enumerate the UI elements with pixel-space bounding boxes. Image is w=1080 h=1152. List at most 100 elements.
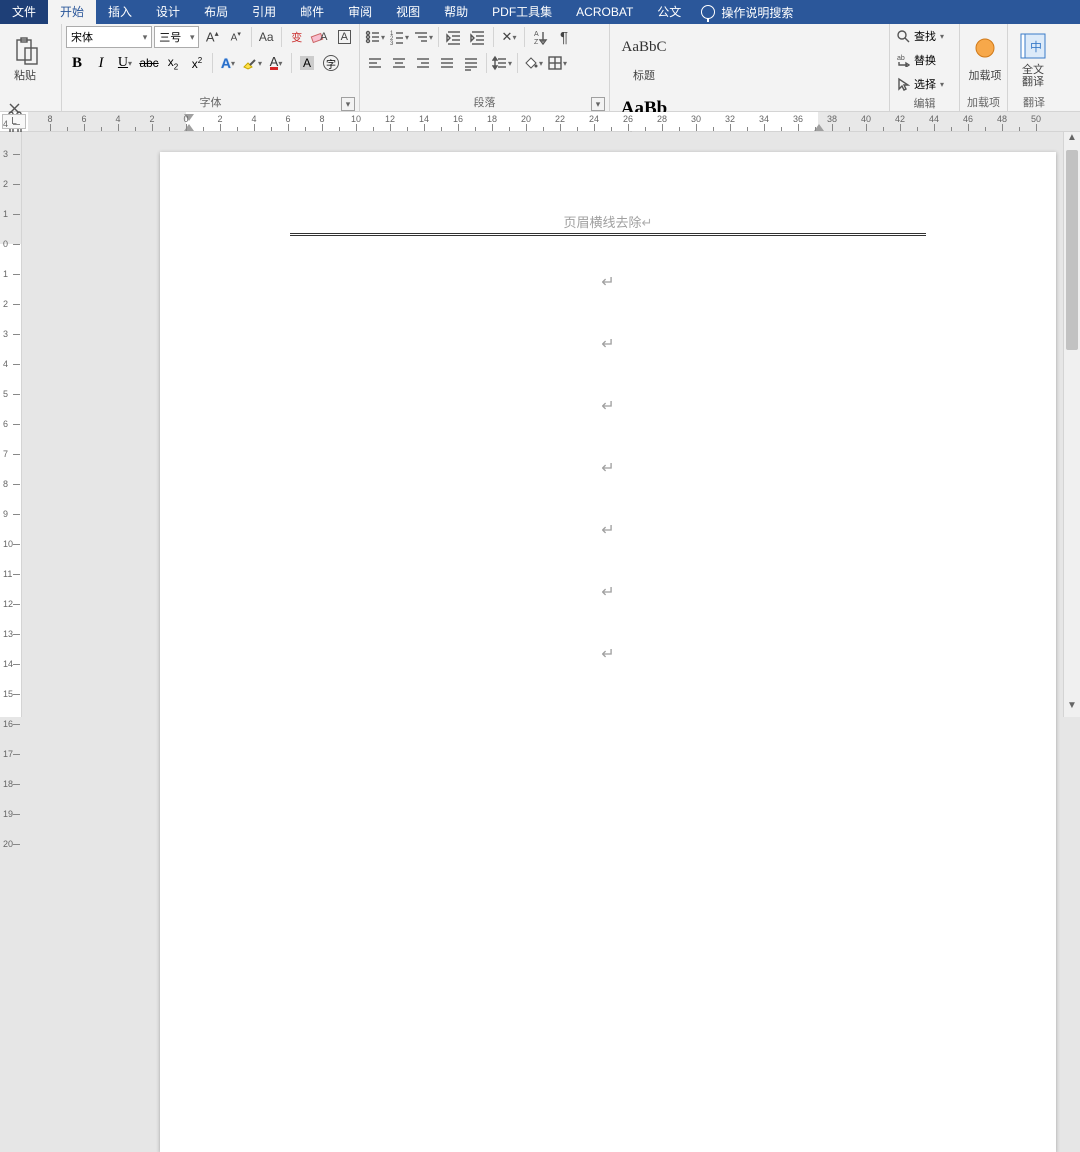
show-marks-button[interactable]: ¶ xyxy=(553,26,575,48)
select-button[interactable]: 选择▾ xyxy=(894,74,955,94)
character-shading-button[interactable]: A xyxy=(296,52,318,74)
svg-text:Z: Z xyxy=(534,39,539,45)
align-right-button[interactable] xyxy=(412,52,434,74)
indent-icon xyxy=(470,29,486,45)
text-effects-button[interactable]: A▾ xyxy=(217,52,239,74)
font-launcher[interactable]: ▾ xyxy=(341,97,355,111)
paragraph-mark-icon: ↵ xyxy=(601,644,614,664)
addins-button[interactable]: 加载项 xyxy=(964,26,1006,92)
enclose-characters-button[interactable]: 字 xyxy=(320,52,342,74)
svg-text:3: 3 xyxy=(390,41,394,45)
outdent-icon xyxy=(446,29,462,45)
tab-view[interactable]: 视图 xyxy=(384,0,432,24)
paste-label: 粘贴 xyxy=(14,70,36,82)
tab-insert[interactable]: 插入 xyxy=(96,0,144,24)
highlight-button[interactable]: ▾ xyxy=(241,52,263,74)
bullets-button[interactable]: ▾ xyxy=(364,26,386,48)
page-header[interactable]: 页眉横线去除↵ xyxy=(290,212,926,236)
translate-btn-label: 全文 翻译 xyxy=(1022,64,1044,88)
character-border-button[interactable]: A xyxy=(334,26,356,48)
scroll-down-button[interactable]: ▼ xyxy=(1064,700,1080,717)
grow-font-button[interactable]: A▴ xyxy=(201,26,223,48)
magnifier-icon xyxy=(896,29,910,43)
align-distribute-button[interactable] xyxy=(460,52,482,74)
paragraph-launcher[interactable]: ▾ xyxy=(591,97,605,111)
tab-review[interactable]: 审阅 xyxy=(336,0,384,24)
tab-home[interactable]: 开始 xyxy=(48,0,96,24)
numbering-button[interactable]: 123▾ xyxy=(388,26,410,48)
bold-button[interactable]: B xyxy=(66,52,88,74)
translate-icon: 中 xyxy=(1017,30,1049,62)
group-translate: 中 全文 翻译 翻译 xyxy=(1008,24,1060,111)
clear-formatting-button[interactable]: A xyxy=(310,26,332,48)
group-addins: 加载项 加载项 xyxy=(960,24,1008,111)
group-clipboard: 粘贴 剪贴板▾ xyxy=(0,24,62,111)
paragraph-mark-icon: ↵ xyxy=(601,334,614,354)
shrink-font-button[interactable]: A▾ xyxy=(225,26,247,48)
addins-btn-label: 加载项 xyxy=(969,70,1002,82)
addin-icon xyxy=(969,36,1001,68)
vertical-scrollbar[interactable]: ▲ ▼ xyxy=(1063,132,1080,717)
font-size-combo[interactable]: 三号▾ xyxy=(154,26,199,48)
line-spacing-button[interactable]: ▾ xyxy=(491,52,513,74)
translate-button[interactable]: 中 全文 翻译 xyxy=(1012,26,1054,92)
shading-button[interactable]: ▾ xyxy=(522,52,544,74)
border-icon xyxy=(547,55,563,71)
paragraph-mark-icon: ↵ xyxy=(601,582,614,602)
phonetic-guide-button[interactable]: 变 xyxy=(286,26,308,48)
paste-button[interactable]: 粘贴 xyxy=(4,26,46,92)
style-heading[interactable]: AaBbC 标题 xyxy=(615,26,673,84)
font-color-button[interactable]: A▾ xyxy=(265,52,287,74)
underline-button[interactable]: U▾ xyxy=(114,52,136,74)
horizontal-ruler[interactable]: 8642024681012141618202224262830323436384… xyxy=(28,112,1080,131)
scroll-up-button[interactable]: ▲ xyxy=(1064,132,1080,149)
vertical-ruler[interactable]: 432101234567891011121314151617181920 xyxy=(0,132,22,717)
ribbon: 粘贴 剪贴板▾ 宋体▾ 三号▾ A▴ A▾ Aa 变 A A xyxy=(0,24,1080,112)
align-left-button[interactable] xyxy=(364,52,386,74)
change-case-button[interactable]: Aa xyxy=(256,26,278,48)
font-size-value: 三号 xyxy=(159,29,181,45)
align-distribute-icon xyxy=(463,55,479,71)
tab-acrobat[interactable]: ACROBAT xyxy=(564,0,645,24)
decrease-indent-button[interactable] xyxy=(443,26,465,48)
scroll-thumb[interactable] xyxy=(1066,150,1078,350)
sort-button[interactable]: AZ xyxy=(529,26,551,48)
ruler-row: L 86420246810121416182022242628303234363… xyxy=(0,112,1080,132)
highlighter-icon xyxy=(242,55,258,71)
superscript-button[interactable]: x2 xyxy=(186,52,208,74)
tab-pdf[interactable]: PDF工具集 xyxy=(480,0,564,24)
document-page[interactable]: 页眉横线去除↵ ↵ ↵ ↵ ↵ ↵ ↵ ↵ xyxy=(160,152,1056,1152)
numbering-icon: 123 xyxy=(389,29,405,45)
find-button[interactable]: 查找▾ xyxy=(894,26,955,46)
replace-icon: ab xyxy=(896,53,910,67)
tab-design[interactable]: 设计 xyxy=(144,0,192,24)
header-border-line xyxy=(290,233,926,236)
subscript-button[interactable]: x2 xyxy=(162,52,184,74)
editing-label: 编辑 xyxy=(914,95,936,111)
addins-label: 加载项 xyxy=(967,94,1000,110)
paste-icon xyxy=(9,36,41,68)
tab-references[interactable]: 引用 xyxy=(240,0,288,24)
tab-layout[interactable]: 布局 xyxy=(192,0,240,24)
increase-indent-button[interactable] xyxy=(467,26,489,48)
return-mark-icon: ↵ xyxy=(642,215,653,230)
italic-button[interactable]: I xyxy=(90,52,112,74)
font-name-combo[interactable]: 宋体▾ xyxy=(66,26,152,48)
group-editing: 查找▾ ab替换 选择▾ 编辑 xyxy=(890,24,960,111)
group-styles: AaBbC 标题 AaBb 标题 1 AaBbC 副标题 AaBbCcDd 强调… xyxy=(610,24,890,111)
asian-layout-button[interactable]: ✕▾ xyxy=(498,26,520,48)
tell-me-search[interactable]: 操作说明搜索 xyxy=(701,4,793,21)
paragraph-mark-icon: ↵ xyxy=(601,396,614,416)
header-text: 页眉横线去除 xyxy=(564,215,642,230)
replace-button[interactable]: ab替换 xyxy=(894,50,955,70)
align-center-button[interactable] xyxy=(388,52,410,74)
borders-button[interactable]: ▾ xyxy=(546,52,568,74)
tab-mailings[interactable]: 邮件 xyxy=(288,0,336,24)
font-label: 字体 xyxy=(200,94,222,110)
tab-file[interactable]: 文件 xyxy=(0,0,48,24)
align-justify-button[interactable] xyxy=(436,52,458,74)
tab-official[interactable]: 公文 xyxy=(645,0,693,24)
strikethrough-button[interactable]: abc xyxy=(138,52,160,74)
tab-help[interactable]: 帮助 xyxy=(432,0,480,24)
multilevel-list-button[interactable]: ▾ xyxy=(412,26,434,48)
